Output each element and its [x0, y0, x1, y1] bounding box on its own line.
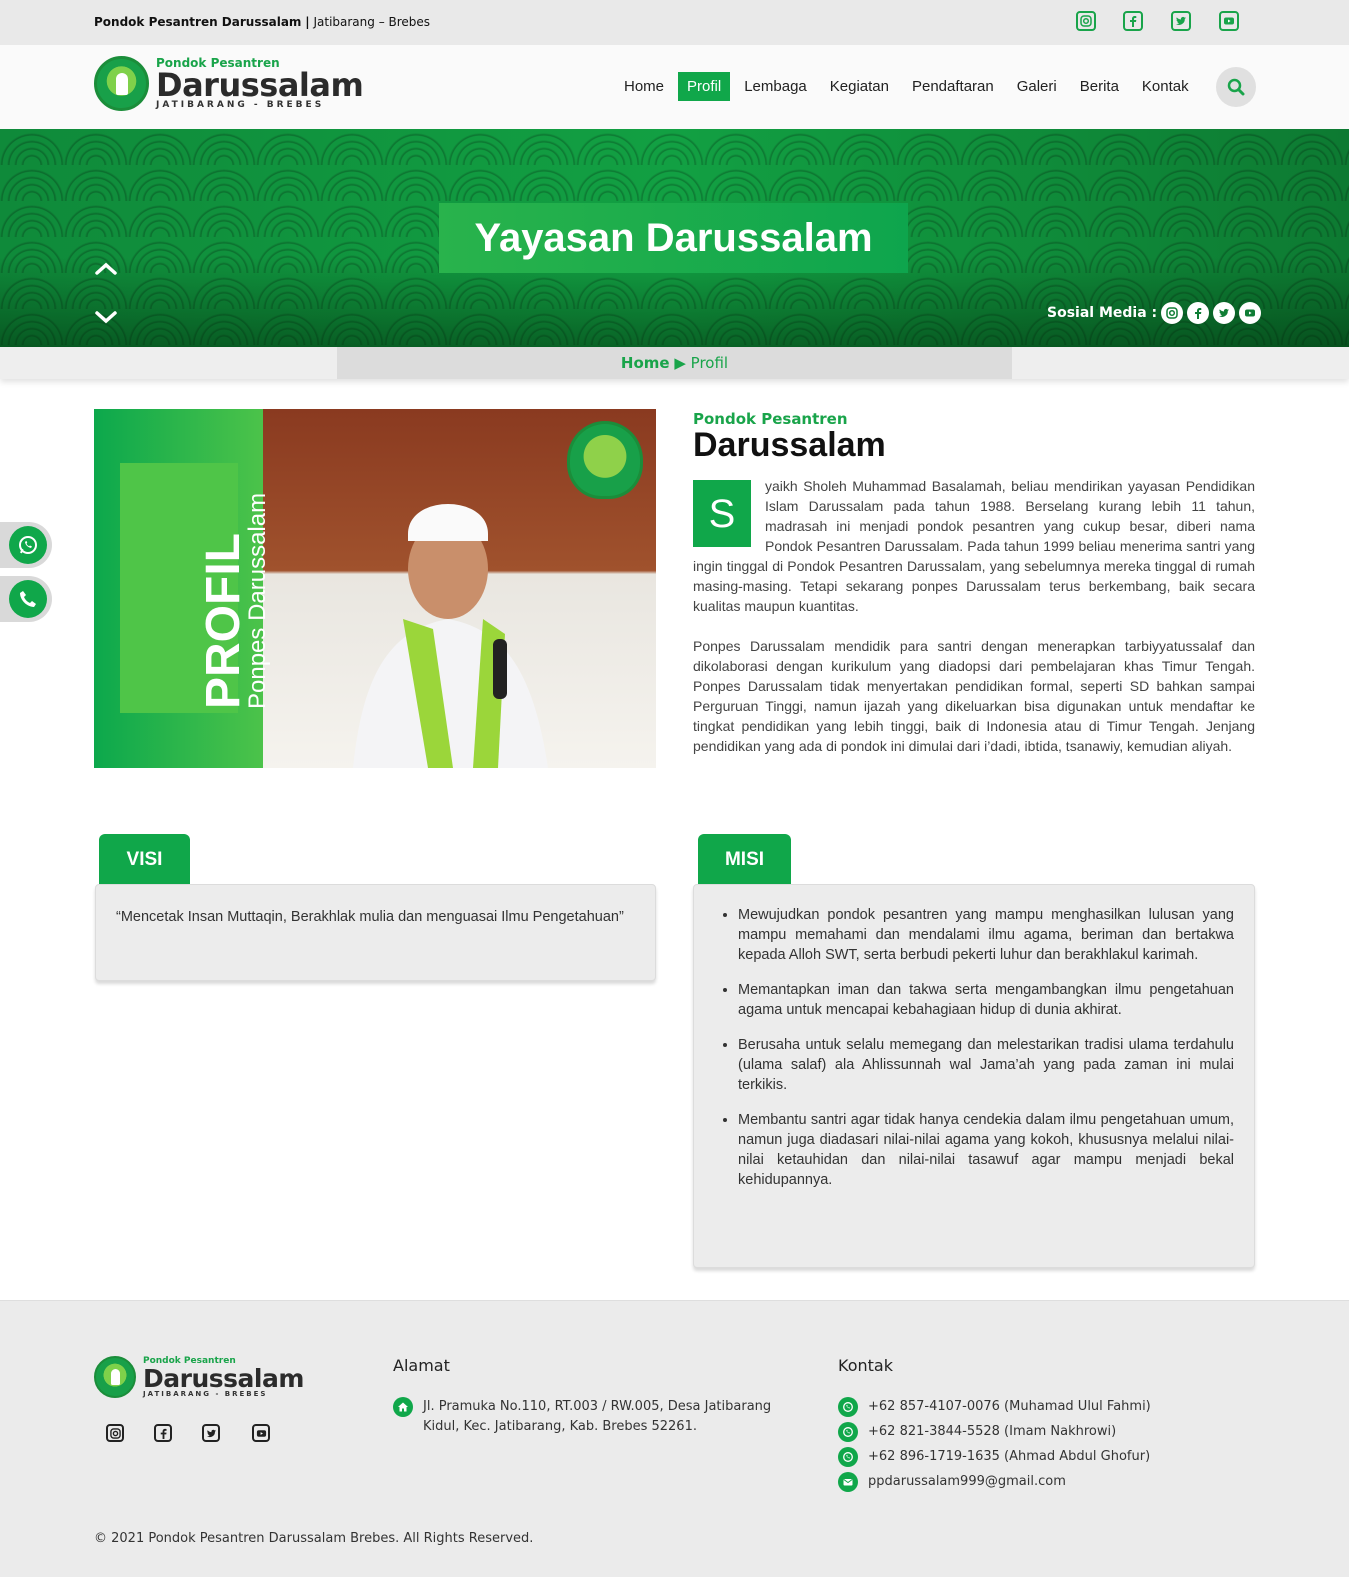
misi-list: Mewujudkan pondok pesantren yang mampu m… — [694, 885, 1254, 1225]
contact-text: +62 821-3844-5528 (Imam Nakhrowi) — [868, 1424, 1117, 1439]
dropcap: S — [693, 480, 751, 547]
whatsapp-float-button[interactable] — [0, 522, 52, 568]
logo-big-text: Darussalam — [156, 66, 364, 104]
profile-image: PROFIL Ponpes Darussalam — [94, 409, 656, 768]
whatsapp-icon — [9, 526, 47, 564]
breadcrumb-current: Profil — [690, 354, 729, 372]
facebook-icon[interactable] — [154, 1424, 172, 1442]
youtube-icon[interactable] — [1219, 11, 1239, 31]
instagram-icon[interactable] — [106, 1424, 124, 1442]
breadcrumb-home[interactable]: Home — [621, 354, 670, 372]
phone-icon — [9, 580, 47, 618]
site-logo[interactable]: Pondok Pesantren Darussalam JATIBARANG -… — [94, 56, 364, 111]
search-button[interactable] — [1216, 67, 1256, 107]
breadcrumb-separator: ▶ — [674, 354, 686, 372]
nav-lembaga[interactable]: Lembaga — [735, 72, 816, 101]
nav-galeri[interactable]: Galeri — [1008, 72, 1066, 101]
contact-row[interactable]: +62 821-3844-5528 (Imam Nakhrowi) — [838, 1422, 1116, 1442]
email-text: ppdarussalam999@gmail.com — [868, 1474, 1066, 1489]
social-label: Sosial Media : — [1047, 305, 1158, 321]
misi-item: Berusaha untuk selalu memegang dan meles… — [738, 1035, 1234, 1095]
email-row[interactable]: ppdarussalam999@gmail.com — [838, 1472, 1066, 1492]
whatsapp-icon — [838, 1422, 858, 1442]
profile-image-title: PROFIL — [197, 533, 250, 709]
twitter-icon[interactable] — [1213, 302, 1236, 324]
twitter-icon[interactable] — [1171, 11, 1191, 31]
banner-title: Yayasan Darussalam — [439, 203, 908, 273]
nav-home[interactable]: Home — [615, 72, 673, 101]
main-nav: Home Profil Lembaga Kegiatan Pendaftaran… — [615, 72, 1203, 101]
alamat-text: Jl. Pramuka No.110, RT.003 / RW.005, Des… — [423, 1399, 772, 1434]
breadcrumb: Home ▶ Profil — [337, 347, 1012, 379]
page-banner: Yayasan Darussalam Sosial Media : — [0, 129, 1349, 347]
about-title: Darussalam — [693, 426, 886, 464]
instagram-icon[interactable] — [1076, 11, 1096, 31]
nav-kontak[interactable]: Kontak — [1133, 72, 1198, 101]
kontak-heading: Kontak — [838, 1356, 893, 1375]
nav-berita[interactable]: Berita — [1071, 72, 1128, 101]
profile-image-subtitle: Ponpes Darussalam — [244, 492, 271, 709]
misi-tab: MISI — [698, 834, 791, 886]
contact-text: +62 857-4107-0076 (Muhamad Ulul Fahmi) — [868, 1399, 1151, 1414]
nav-profil[interactable]: Profil — [678, 72, 731, 101]
chevron-down-icon[interactable] — [94, 305, 118, 329]
misi-item: Membantu santri agar tidak hanya cendeki… — [738, 1110, 1234, 1190]
alamat-row: Jl. Pramuka No.110, RT.003 / RW.005, Des… — [393, 1397, 793, 1437]
contact-text: +62 896-1719-1635 (Ahmad Abdul Ghofur) — [868, 1449, 1151, 1464]
home-icon — [393, 1397, 413, 1417]
copyright: © 2021 Pondok Pesantren Darussalam Brebe… — [94, 1531, 534, 1546]
nav-kegiatan[interactable]: Kegiatan — [821, 72, 898, 101]
site-footer: Pondok Pesantren Darussalam JATIBARANG -… — [0, 1300, 1349, 1577]
crest-icon — [94, 1356, 136, 1398]
visi-text: “Mencetak Insan Muttaqin, Berakhlak muli… — [116, 909, 624, 925]
misi-item: Memantapkan iman dan takwa serta mengamb… — [738, 980, 1234, 1020]
logo-emblem — [567, 421, 643, 499]
instagram-icon[interactable] — [1161, 302, 1184, 324]
youtube-icon[interactable] — [1239, 302, 1262, 324]
misi-item: Mewujudkan pondok pesantren yang mampu m… — [738, 905, 1234, 965]
site-name: Pondok Pesantren Darussalam — [94, 15, 302, 29]
facebook-icon[interactable] — [1123, 11, 1143, 31]
facebook-icon[interactable] — [1187, 302, 1210, 324]
about-paragraph-1: Syaikh Sholeh Muhammad Basalamah, beliau… — [693, 478, 1255, 614]
contact-row[interactable]: +62 896-1719-1635 (Ahmad Abdul Ghofur) — [838, 1447, 1150, 1467]
whatsapp-icon — [838, 1447, 858, 1467]
mail-icon — [838, 1472, 858, 1492]
logo-text: Pondok Pesantren Darussalam JATIBARANG -… — [156, 57, 364, 110]
whatsapp-icon — [838, 1397, 858, 1417]
footer-logo[interactable]: Pondok Pesantren Darussalam JATIBARANG -… — [94, 1356, 304, 1398]
search-icon — [1227, 78, 1245, 96]
contact-row[interactable]: +62 857-4107-0076 (Muhamad Ulul Fahmi) — [838, 1397, 1151, 1417]
youtube-icon[interactable] — [252, 1424, 270, 1442]
site-separator: | — [305, 15, 310, 29]
misi-card: Mewujudkan pondok pesantren yang mampu m… — [693, 884, 1255, 1268]
nav-pendaftaran[interactable]: Pendaftaran — [903, 72, 1003, 101]
about-body: Syaikh Sholeh Muhammad Basalamah, beliau… — [693, 476, 1255, 756]
visi-card: “Mencetak Insan Muttaqin, Berakhlak muli… — [95, 884, 656, 981]
crest-icon — [94, 56, 149, 111]
phone-float-button[interactable] — [0, 576, 52, 622]
top-bar: Pondok Pesantren Darussalam | Jatibarang… — [0, 0, 1349, 45]
site-tagline: Pondok Pesantren Darussalam | Jatibarang… — [94, 15, 430, 29]
site-location: Jatibarang – Brebes — [313, 15, 431, 29]
banner-social: Sosial Media : — [1047, 302, 1262, 324]
about-paragraph-2: Ponpes Darussalam mendidik para santri d… — [693, 638, 1255, 754]
twitter-icon[interactable] — [202, 1424, 220, 1442]
alamat-heading: Alamat — [393, 1356, 450, 1375]
breadcrumb-bar: Home ▶ Profil — [0, 347, 1349, 379]
visi-tab: VISI — [99, 834, 190, 886]
chevron-up-icon[interactable] — [94, 257, 118, 281]
founder-figure — [353, 504, 548, 768]
site-header: Pondok Pesantren Darussalam JATIBARANG -… — [0, 45, 1349, 129]
